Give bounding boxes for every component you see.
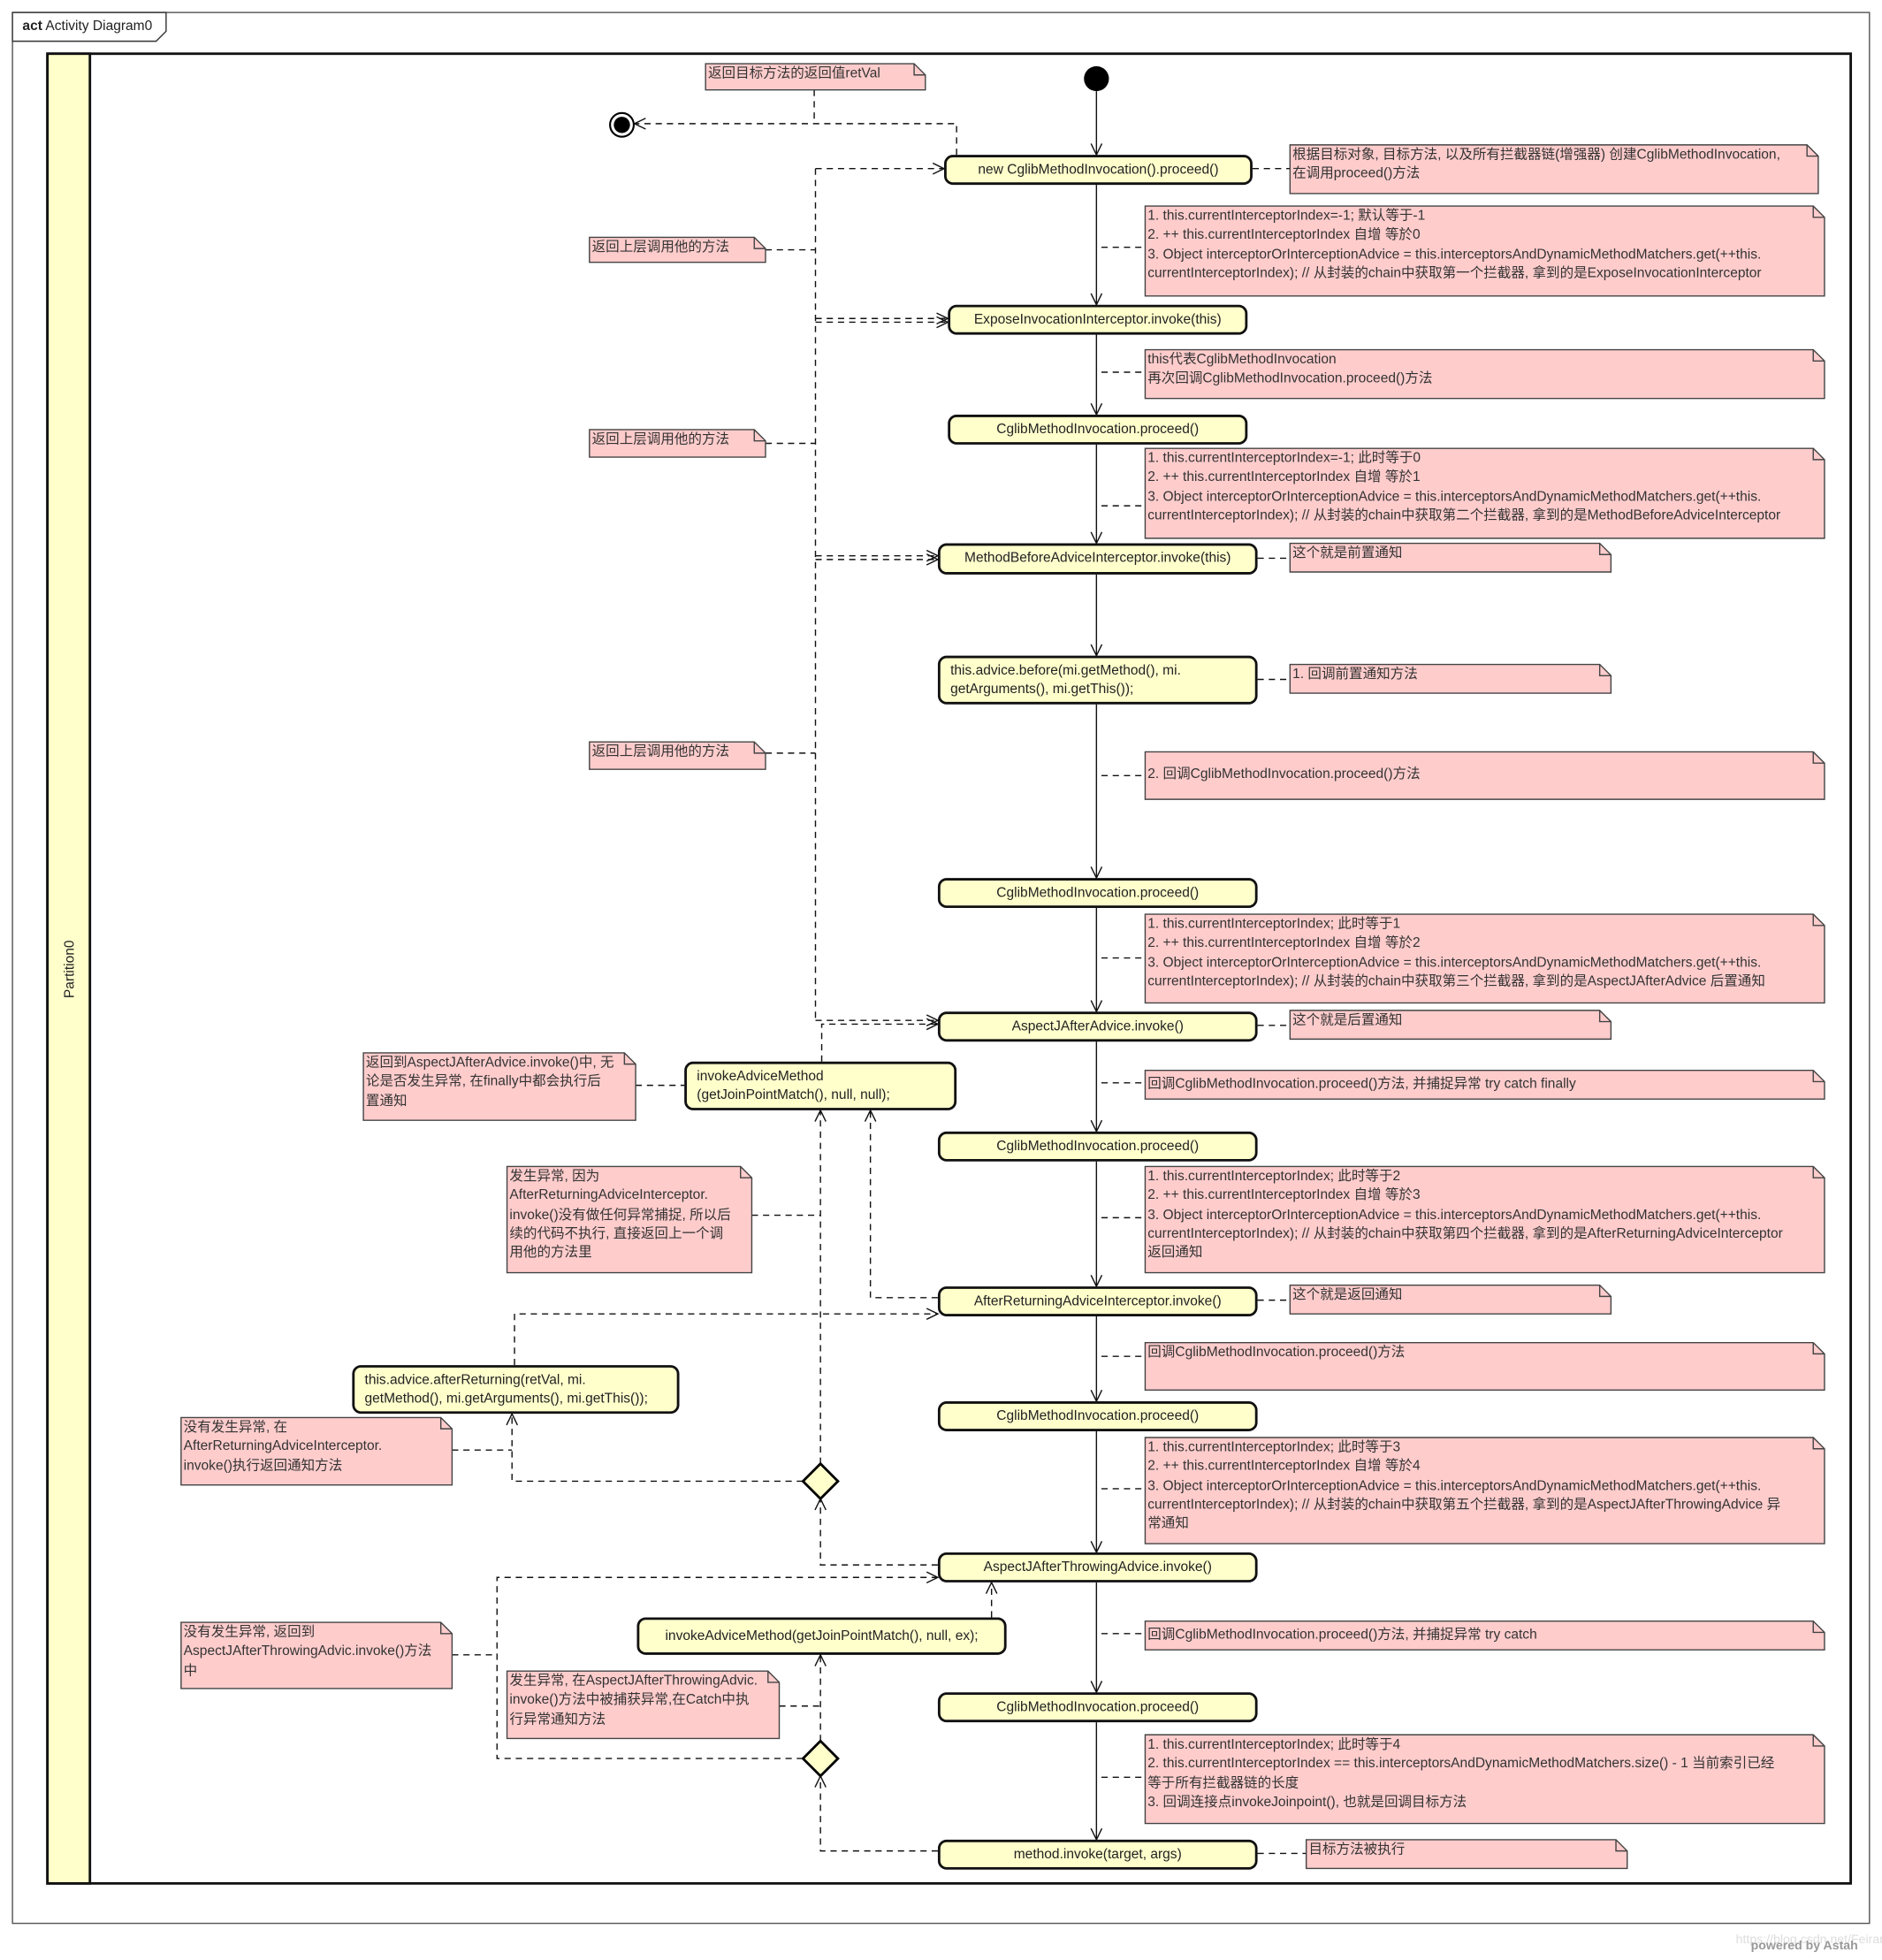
- frame-name: Activity Diagram0: [45, 19, 153, 34]
- action-node[interactable]: this.advice.afterReturning(retVal, mi. g…: [352, 1365, 680, 1415]
- action-node[interactable]: CglibMethodInvocation.proceed(): [937, 1401, 1258, 1431]
- note: 这个就是前置通知: [1292, 545, 1403, 561]
- return-flow-edge: [869, 1110, 938, 1299]
- partition-label: Partition0: [62, 940, 78, 999]
- note: 1. this.currentInterceptorIndex; 此时等于4 2…: [1147, 1737, 1775, 1810]
- note: 目标方法被执行: [1308, 1842, 1406, 1857]
- return-flow-edge: [514, 1313, 938, 1366]
- note: 1. this.currentInterceptorIndex=-1; 此时等于…: [1147, 450, 1781, 523]
- note: 1. 回调前置通知方法: [1292, 667, 1418, 683]
- note: 返回到AspectJAfterAdvice.invoke()中, 无 论是否发生…: [365, 1055, 614, 1109]
- return-flow-edge: [511, 1414, 804, 1483]
- action-node[interactable]: this.advice.before(mi.getMethod(), mi. g…: [937, 655, 1258, 705]
- note: 回调CglibMethodInvocation.proceed()方法, 并捕捉…: [1147, 1627, 1537, 1642]
- note: 根据目标对象, 目标方法, 以及所有拦截器链(增强器) 创建CglibMetho…: [1292, 147, 1780, 182]
- initial-node: [1084, 65, 1109, 92]
- note: 1. this.currentInterceptorIndex; 此时等于2 2…: [1147, 1169, 1783, 1261]
- return-flow-edge: [820, 1023, 938, 1062]
- return-flow-edge: [819, 1499, 938, 1566]
- return-flow-edge: [634, 123, 957, 156]
- activity-diagram: act Activity Diagram0 Partition0 new Cgl…: [0, 0, 1882, 1960]
- action-node[interactable]: ExposeInvocationInterceptor.invoke(this): [948, 304, 1248, 335]
- note: 回调CglibMethodInvocation.proceed()方法, 并捕捉…: [1147, 1076, 1576, 1091]
- action-node[interactable]: AfterReturningAdviceInterceptor.invoke(): [937, 1286, 1258, 1316]
- return-flow-edge: [819, 1775, 938, 1852]
- action-node[interactable]: method.invoke(target, args): [937, 1839, 1258, 1870]
- action-node[interactable]: MethodBeforeAdviceInterceptor.invoke(thi…: [937, 543, 1258, 575]
- note: 回调CglibMethodInvocation.proceed()方法: [1147, 1345, 1406, 1361]
- note: 2. 回调CglibMethodInvocation.proceed()方法: [1147, 766, 1421, 782]
- note: 这个就是返回通知: [1292, 1287, 1403, 1303]
- decision-node-after-throwing: [801, 1739, 840, 1778]
- note: 1. this.currentInterceptorIndex; 此时等于3 2…: [1147, 1439, 1781, 1532]
- action-node[interactable]: AspectJAfterThrowingAdvice.invoke(): [937, 1552, 1258, 1582]
- note: 1. this.currentInterceptorIndex=-1; 默认等于…: [1147, 208, 1762, 281]
- note: 发生异常, 因为 AfterReturningAdviceInterceptor…: [509, 1169, 731, 1261]
- watermark-brand: powered by Astah: [1750, 1939, 1858, 1954]
- action-node[interactable]: invokeAdviceMethod(getJoinPointMatch(), …: [636, 1617, 1007, 1655]
- final-node-core: [613, 117, 630, 133]
- note: 返回目标方法的返回值retVal: [708, 65, 880, 81]
- frame-keyword: act: [22, 19, 42, 34]
- action-node[interactable]: CglibMethodInvocation.proceed(): [948, 415, 1248, 445]
- note: this代表CglibMethodInvocation 再次回调CglibMet…: [1147, 352, 1433, 386]
- action-node[interactable]: CglibMethodInvocation.proceed(): [937, 1692, 1258, 1723]
- note: 1. this.currentInterceptorIndex; 此时等于1 2…: [1147, 916, 1765, 989]
- note: 返回上层调用他的方法: [591, 744, 730, 759]
- frame-title: act Activity Diagram0: [22, 19, 152, 34]
- note: 这个就是后置通知: [1292, 1012, 1403, 1028]
- note: 返回上层调用他的方法: [591, 240, 730, 255]
- action-node[interactable]: CglibMethodInvocation.proceed(): [937, 878, 1258, 909]
- action-node[interactable]: CglibMethodInvocation.proceed(): [937, 1131, 1258, 1162]
- note: 发生异常, 在AspectJAfterThrowingAdvic. invoke…: [509, 1674, 758, 1727]
- note: 返回上层调用他的方法: [591, 431, 730, 447]
- action-node[interactable]: AspectJAfterAdvice.invoke(): [937, 1011, 1258, 1042]
- action-node[interactable]: new CglibMethodInvocation().proceed(): [944, 155, 1253, 186]
- action-node[interactable]: invokeAdviceMethod (getJoinPointMatch(),…: [684, 1061, 957, 1110]
- note: 没有发生异常, 在 AfterReturningAdviceIntercepto…: [183, 1420, 383, 1474]
- note: 没有发生异常, 返回到 AspectJAfterThrowingAdvic.in…: [183, 1624, 432, 1679]
- decision-node-after-returning: [801, 1461, 840, 1501]
